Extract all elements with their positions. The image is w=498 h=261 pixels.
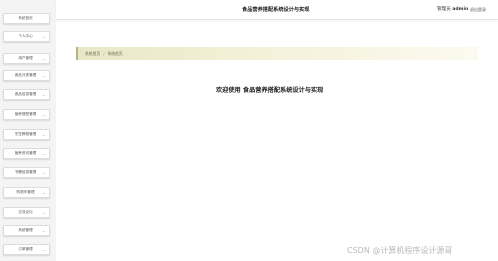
- sidebar-item-label: 购物车管理: [16, 190, 35, 194]
- chevron-down-icon: ⌄: [42, 34, 46, 39]
- chevron-down-icon: ⌄: [42, 92, 46, 97]
- chevron-down-icon: ⌄: [42, 112, 46, 117]
- sidebar-item-nutrition-news[interactable]: 营养资讯管理 ⌄: [3, 148, 50, 159]
- sidebar-item-system[interactable]: 系统管理 ⌄: [3, 225, 50, 236]
- sidebar-item-label: 食品分类管理: [14, 73, 37, 77]
- chevron-down-icon: ⌄: [42, 132, 46, 137]
- sidebar-item-cart[interactable]: 购物车管理 ⌄: [3, 187, 50, 198]
- user-role: 管理员: [437, 7, 451, 12]
- sidebar-item-nutrition-pairing[interactable]: 营养搭配管理 ⌄: [3, 109, 50, 120]
- sidebar-item-label: 食品信息管理: [14, 92, 37, 96]
- sidebar-item-personal-center[interactable]: 个人中心 ⌄: [3, 31, 50, 42]
- breadcrumb-separator: /: [103, 51, 105, 56]
- sidebar-item-label: 交流论坛: [18, 210, 33, 214]
- sidebar-item-books[interactable]: 书籍信息管理 ⌄: [3, 167, 50, 178]
- sidebar-item-orders[interactable]: 订单管理 ⌄: [3, 244, 50, 255]
- chevron-down-icon: ⌄: [42, 151, 46, 156]
- sidebar-item-forum[interactable]: 交流论坛 ⌄: [3, 207, 50, 218]
- sidebar-item-label: 营养资讯管理: [14, 151, 37, 155]
- chevron-down-icon: ⌄: [42, 228, 46, 233]
- chevron-down-icon: ⌄: [42, 190, 46, 195]
- chevron-down-icon: ⌄: [42, 210, 46, 215]
- welcome-message: 欢迎使用 食品营养搭配系统设计与实现: [216, 87, 324, 94]
- breadcrumb-home-link[interactable]: 系统首页: [85, 51, 100, 57]
- logout-button[interactable]: 退出登录: [470, 7, 486, 13]
- breadcrumb: 系统首页 / 系统首页: [76, 47, 478, 60]
- sidebar-item-label: 书籍信息管理: [14, 170, 37, 174]
- sidebar-item-home[interactable]: 系统首页: [3, 13, 50, 24]
- sidebar-item-label: 烹饪教程管理: [14, 132, 37, 136]
- user-info: 管理员 admin: [437, 6, 468, 12]
- top-header: 食品营养搭配系统设计与实现 管理员 admin 退出登录: [56, 0, 498, 20]
- sidebar-item-label: 用户管理: [18, 56, 33, 60]
- chevron-down-icon: ⌄: [42, 56, 46, 61]
- sidebar-item-label: 个人中心: [18, 34, 33, 38]
- sidebar-item-food-info[interactable]: 食品信息管理 ⌄: [3, 89, 50, 100]
- sidebar-item-users[interactable]: 用户管理 ⌄: [3, 53, 50, 64]
- sidebar-item-label: 系统管理: [18, 228, 33, 232]
- chevron-down-icon: ⌄: [42, 170, 46, 175]
- sidebar: 系统首页 个人中心 ⌄ 用户管理 ⌄ 食品分类管理 ⌄ 食品信息管理 ⌄ 营养搭…: [0, 0, 56, 261]
- sidebar-item-cooking-tutorial[interactable]: 烹饪教程管理 ⌄: [3, 129, 50, 140]
- breadcrumb-current: 系统首页: [107, 50, 123, 56]
- sidebar-item-label: 订单管理: [18, 247, 33, 251]
- sidebar-item-food-category[interactable]: 食品分类管理 ⌄: [3, 70, 50, 81]
- page-title: 食品营养搭配系统设计与实现: [242, 7, 310, 13]
- csdn-watermark: CSDN @计算机程序设计源哥: [347, 246, 453, 255]
- chevron-down-icon: ⌄: [42, 247, 46, 252]
- sidebar-item-label: 系统首页: [18, 16, 33, 20]
- username: admin: [452, 7, 469, 12]
- chevron-down-icon: ⌄: [42, 73, 46, 78]
- sidebar-item-label: 营养搭配管理: [14, 112, 37, 116]
